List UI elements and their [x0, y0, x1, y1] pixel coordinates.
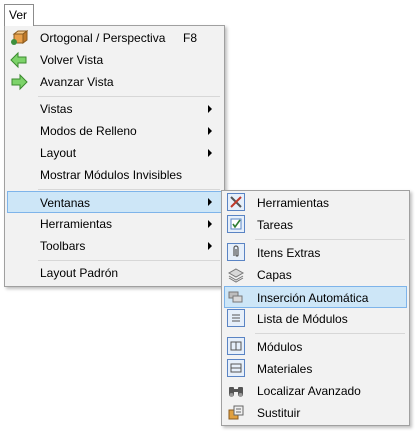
- menu-item-modos-de-relleno[interactable]: Modos de Relleno: [7, 120, 222, 142]
- menu-ver[interactable]: Ver: [4, 4, 34, 26]
- menu-item-ortogonal-perspectiva[interactable]: Ortogonal / Perspectiva F8: [7, 27, 222, 49]
- arrow-left-icon: [10, 51, 28, 69]
- menu-separator: [255, 239, 405, 240]
- submenu-item-materiales[interactable]: Materiales: [224, 358, 407, 380]
- tools-icon: [227, 193, 245, 211]
- menu-item-mostrar-modulos-invisibles[interactable]: Mostrar Módulos Invisibles: [7, 164, 222, 186]
- module-list-icon: [227, 309, 245, 327]
- submenu-item-sustituir[interactable]: Sustituir: [224, 402, 407, 424]
- submenu-item-localizar-avanzado[interactable]: Localizar Avanzado: [224, 380, 407, 402]
- submenu-arrow-icon: [208, 105, 212, 113]
- submenu-item-itens-extras[interactable]: Itens Extras: [224, 242, 407, 264]
- menu-item-avanzar-vista[interactable]: Avanzar Vista: [7, 71, 222, 93]
- menu-item-label: Materiales: [257, 362, 313, 376]
- menu-item-label: Layout: [40, 146, 77, 160]
- replace-icon: [227, 404, 245, 422]
- shortcut-label: F8: [182, 31, 197, 45]
- submenu-arrow-icon: [208, 242, 212, 250]
- submenu-item-lista-de-modulos[interactable]: Lista de Módulos: [224, 308, 407, 330]
- submenu-item-tareas[interactable]: Tareas: [224, 214, 407, 236]
- menu-item-label: Mostrar Módulos Invisibles: [40, 168, 183, 182]
- ventanas-submenu: Herramientas Tareas Itens Extras Capas I…: [221, 190, 410, 426]
- binoculars-icon: [227, 382, 245, 400]
- menu-item-label: Volver Vista: [40, 53, 104, 67]
- menu-item-layout[interactable]: Layout: [7, 142, 222, 164]
- menu-item-herramientas[interactable]: Herramientas: [7, 213, 222, 235]
- menu-item-label: Toolbars: [40, 239, 86, 253]
- menu-item-label: Lista de Módulos: [257, 312, 348, 326]
- menu-item-label: Capas: [257, 268, 292, 282]
- materials-icon: [227, 359, 245, 377]
- menu-item-label: Avanzar Vista: [40, 75, 114, 89]
- menu-item-label: Inserción Automática: [257, 291, 369, 305]
- submenu-item-capas[interactable]: Capas: [224, 264, 407, 286]
- modules-icon: [227, 337, 245, 355]
- submenu-arrow-icon: [208, 198, 212, 206]
- perspective-icon: [10, 29, 29, 47]
- menu-item-toolbars[interactable]: Toolbars: [7, 235, 222, 257]
- submenu-arrow-icon: [208, 220, 212, 228]
- menu-separator: [38, 260, 220, 261]
- menu-item-label: Módulos: [257, 340, 303, 354]
- menu-item-ventanas[interactable]: Ventanas: [7, 191, 222, 213]
- menu-separator: [38, 96, 220, 97]
- menu-item-label: Itens Extras: [257, 246, 321, 260]
- tasks-icon: [227, 215, 245, 233]
- menu-item-label: Ventanas: [40, 196, 91, 210]
- menu-separator: [38, 189, 220, 190]
- menu-item-label: Herramientas: [257, 196, 330, 210]
- auto-insert-icon: [227, 288, 245, 306]
- menu-item-label: Layout Padrón: [40, 266, 119, 280]
- submenu-arrow-icon: [208, 127, 212, 135]
- menu-item-label: Sustituir: [257, 406, 301, 420]
- menu-item-label: Vistas: [40, 102, 73, 116]
- paperclip-icon: [227, 243, 245, 261]
- ver-dropdown-menu: Ortogonal / Perspectiva F8 Volver Vista …: [4, 25, 225, 287]
- menu-item-label: Localizar Avanzado: [257, 384, 361, 398]
- menu-item-vistas[interactable]: Vistas: [7, 98, 222, 120]
- menu-item-label: Ortogonal / Perspectiva: [40, 31, 166, 45]
- menu-item-label: Tareas: [257, 218, 294, 232]
- arrow-right-icon: [10, 73, 28, 91]
- layers-icon: [227, 266, 245, 284]
- submenu-arrow-icon: [208, 149, 212, 157]
- menu-item-label: Modos de Relleno: [40, 124, 137, 138]
- menu-item-volver-vista[interactable]: Volver Vista: [7, 49, 222, 71]
- submenu-item-herramientas[interactable]: Herramientas: [224, 192, 407, 214]
- menu-item-layout-padron[interactable]: Layout Padrón: [7, 262, 222, 284]
- menu-separator: [255, 333, 405, 334]
- submenu-item-modulos[interactable]: Módulos: [224, 336, 407, 358]
- submenu-item-insercion-automatica[interactable]: Inserción Automática: [224, 286, 407, 308]
- menu-item-label: Herramientas: [40, 217, 113, 231]
